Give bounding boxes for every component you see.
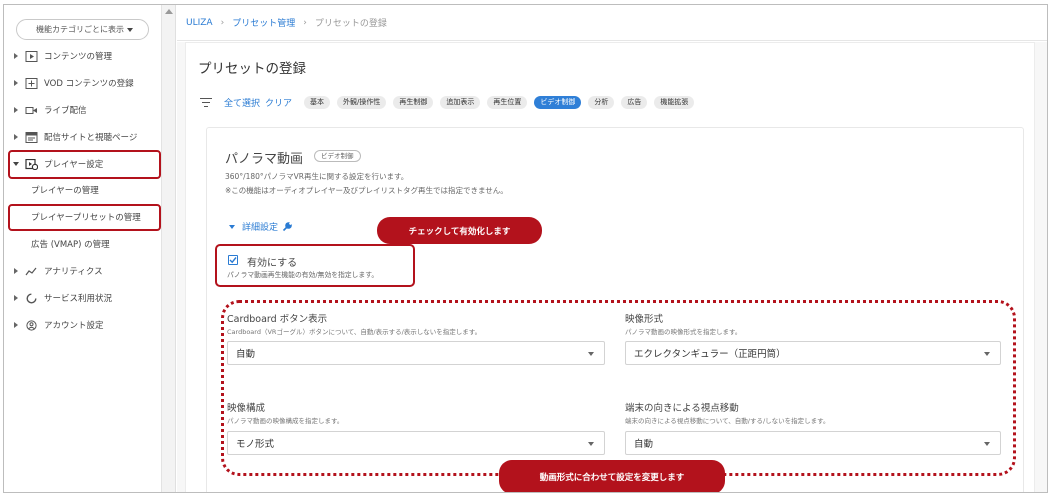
sidebar-item-label: VOD コンテンツの登録 — [44, 79, 134, 89]
filter-icon[interactable] — [200, 97, 212, 107]
wrench-icon — [282, 221, 292, 231]
clear-link[interactable]: クリア — [265, 96, 292, 109]
section-title: パノラマ動画 — [225, 152, 304, 167]
expand-arrow-icon — [14, 322, 18, 328]
sidebar: 機能カテゴリごとに表示 コンテンツの管理 VOD コンテンツの登録 ライブ配信 … — [4, 5, 162, 492]
analytics-icon — [25, 267, 37, 275]
section-badge: ビデオ制御 — [314, 150, 361, 162]
sidebar-item-usage[interactable]: サービス利用状況 — [4, 289, 162, 307]
chevron-down-icon — [229, 224, 235, 229]
panorama-section: パノラマ動画 ビデオ制御 360°/180°パノラマVR再生に関する設定を行いま… — [206, 127, 1024, 492]
chevron-down-icon — [127, 28, 133, 32]
play-square-icon — [25, 50, 38, 62]
chip-appearance[interactable]: 外観/操作性 — [337, 95, 387, 109]
app-window: 機能カテゴリごとに表示 コンテンツの管理 VOD コンテンツの登録 ライブ配信 … — [3, 4, 1048, 493]
breadcrumb: ULIZA › プリセット管理 › プリセットの登録 — [177, 5, 1047, 41]
breadcrumb-separator-icon: › — [303, 17, 307, 28]
scroll-up-icon[interactable] — [165, 9, 173, 14]
sidebar-item-label: 配信サイトと視聴ページ — [44, 133, 138, 143]
browser-window-icon — [25, 131, 38, 143]
sidebar-item-account[interactable]: アカウント設定 — [4, 316, 162, 334]
chip-playback-control[interactable]: 再生制御 — [393, 95, 434, 109]
sidebar-item-label: サービス利用状況 — [44, 294, 113, 304]
annotation-highlight-preset-manage — [8, 204, 161, 231]
section-note: ※この機能はオーディオプレイヤー及びプレイリストタグ再生では指定できません。 — [225, 186, 508, 195]
sidebar-item-label: アナリティクス — [44, 267, 103, 277]
sidebar-scrollbar[interactable] — [162, 5, 176, 492]
category-select-label: 機能カテゴリごとに表示 — [36, 25, 124, 34]
chip-additional-display[interactable]: 追加表示 — [440, 95, 481, 109]
usage-circle-icon — [26, 292, 37, 304]
category-select[interactable]: 機能カテゴリごとに表示 — [16, 19, 149, 40]
sidebar-item-vod-register[interactable]: VOD コンテンツの登録 — [4, 74, 162, 92]
sidebar-subitem-ads-manage[interactable]: 広告 (VMAP) の管理 — [4, 235, 162, 253]
plus-square-icon — [25, 77, 38, 89]
page-title: プリセットの登録 — [198, 61, 306, 77]
sidebar-subitem-label: 広告 (VMAP) の管理 — [31, 240, 110, 250]
expand-arrow-icon — [14, 268, 18, 274]
callout-format: 動画形式に合わせて設定を変更します — [499, 460, 725, 492]
category-filter-bar: 全て選択 クリア 基本 外観/操作性 再生制御 追加表示 再生位置 ビデオ制御 … — [200, 95, 695, 109]
sidebar-subitem-player-manage[interactable]: プレイヤーの管理 — [4, 181, 162, 199]
breadcrumb-root[interactable]: ULIZA — [186, 18, 213, 28]
annotation-highlight-player-settings — [8, 150, 161, 179]
detail-settings-toggle[interactable]: 詳細設定 — [229, 220, 292, 233]
sidebar-item-analytics[interactable]: アナリティクス — [4, 262, 162, 280]
chip-basic[interactable]: 基本 — [304, 95, 331, 109]
chip-ads[interactable]: 広告 — [621, 95, 648, 109]
annotation-dotted-fields — [221, 300, 1016, 476]
sidebar-item-label: コンテンツの管理 — [44, 52, 113, 62]
chip-analytics[interactable]: 分析 — [588, 95, 615, 109]
breadcrumb-separator-icon: › — [220, 17, 225, 28]
main-content: プリセットの登録 全て選択 クリア 基本 外観/操作性 再生制御 追加表示 再生… — [177, 42, 1047, 492]
breadcrumb-parent[interactable]: プリセット管理 — [232, 16, 295, 29]
expand-arrow-icon — [14, 295, 18, 301]
video-camera-icon — [25, 106, 37, 114]
preset-form-card: プリセットの登録 全て選択 クリア 基本 外観/操作性 再生制御 追加表示 再生… — [185, 42, 1035, 492]
section-description: 360°/180°パノラマVR再生に関する設定を行います。 — [225, 172, 409, 181]
select-all-link[interactable]: 全て選択 — [224, 96, 260, 109]
expand-arrow-icon — [14, 134, 18, 140]
detail-settings-label: 詳細設定 — [242, 223, 279, 233]
account-icon — [26, 319, 37, 331]
expand-arrow-icon — [14, 80, 18, 86]
callout-enable: チェックして有効化します — [377, 217, 542, 244]
chip-extensions[interactable]: 機能拡張 — [654, 95, 695, 109]
chip-playback-position[interactable]: 再生位置 — [487, 95, 528, 109]
sidebar-item-label: ライブ配信 — [44, 106, 87, 116]
breadcrumb-current: プリセットの登録 — [314, 19, 387, 29]
sidebar-subitem-label: プレイヤーの管理 — [31, 186, 99, 196]
chip-video-control[interactable]: ビデオ制御 — [534, 95, 582, 109]
annotation-highlight-enable — [215, 244, 415, 287]
sidebar-item-contents[interactable]: コンテンツの管理 — [4, 47, 162, 65]
expand-arrow-icon — [14, 107, 18, 113]
sidebar-item-label: アカウント設定 — [44, 321, 104, 331]
sidebar-item-live[interactable]: ライブ配信 — [4, 101, 162, 119]
sidebar-item-sites[interactable]: 配信サイトと視聴ページ — [4, 128, 162, 146]
expand-arrow-icon — [14, 53, 18, 59]
